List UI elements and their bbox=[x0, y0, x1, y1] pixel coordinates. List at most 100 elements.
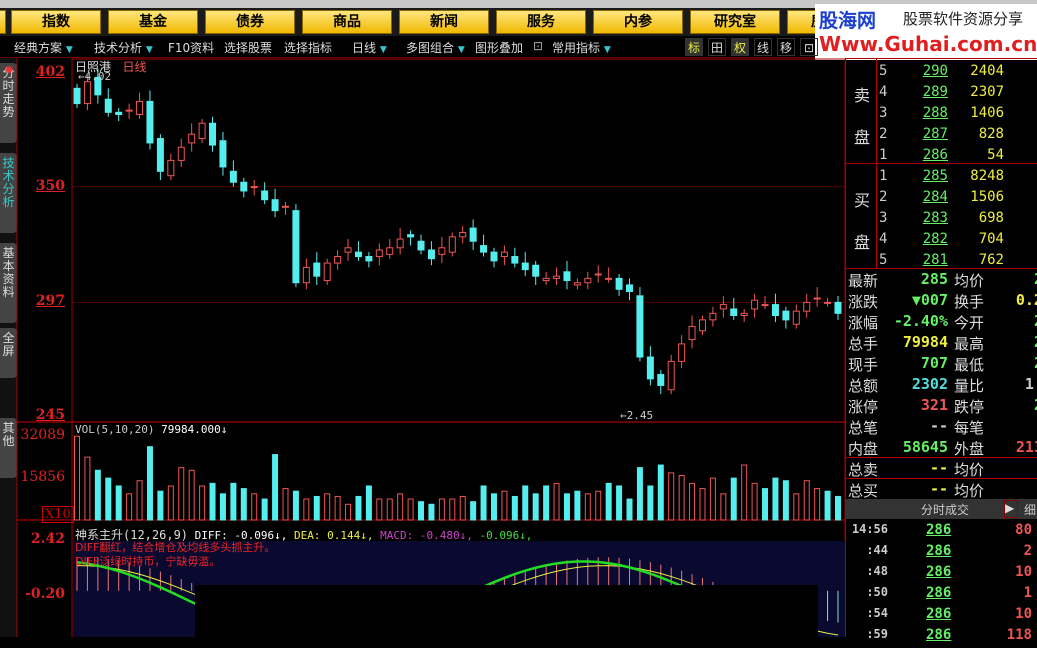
mini-button[interactable]: 标 bbox=[685, 38, 703, 56]
quote-row: 最新 285 均价 28 bbox=[846, 270, 1037, 291]
menu-item[interactable]: 多图组合 ▼ bbox=[406, 39, 465, 56]
candle-body bbox=[229, 170, 237, 183]
candle-body bbox=[657, 373, 665, 386]
volume-bar bbox=[365, 485, 372, 521]
order-row[interactable]: 1 286 54 bbox=[846, 147, 1037, 168]
order-row[interactable]: 1 285 8248 bbox=[846, 168, 1037, 189]
occlusion-block bbox=[195, 585, 818, 637]
order-row[interactable]: 4 289 2307 bbox=[846, 84, 1037, 105]
nav-button[interactable]: 新闻 bbox=[399, 10, 489, 34]
candle-body bbox=[240, 181, 248, 192]
nav-button[interactable]: 研究室 bbox=[690, 10, 780, 34]
volume-bar bbox=[178, 467, 185, 521]
quote-value: 2133 bbox=[1015, 438, 1037, 456]
volume-bar bbox=[522, 485, 529, 521]
menu-item[interactable]: 选择股票 bbox=[224, 39, 272, 56]
volume-bar bbox=[616, 485, 623, 521]
quote-key: 现手 bbox=[848, 356, 879, 374]
nav-button-partial[interactable] bbox=[0, 10, 6, 34]
volume-bar bbox=[741, 464, 748, 521]
tick-row: :44 286 2 bbox=[846, 543, 1037, 564]
price: 288 bbox=[922, 105, 948, 121]
tick-row: :59 286 118 bbox=[846, 627, 1037, 648]
menu-item[interactable]: 图形叠加 bbox=[475, 39, 523, 56]
nav-button[interactable]: 服务 bbox=[496, 10, 586, 34]
mini-button[interactable]: 线 bbox=[754, 38, 772, 56]
candle-body bbox=[427, 249, 435, 260]
candle-body bbox=[782, 310, 790, 321]
order-row[interactable]: 3 288 1406 bbox=[846, 105, 1037, 126]
volume-bar bbox=[605, 482, 612, 521]
menu-item-label: 多图组合 bbox=[406, 41, 455, 55]
candle-body bbox=[167, 159, 175, 177]
quote-value: - bbox=[992, 480, 1037, 498]
menu-item[interactable]: 常用指标 ▼ bbox=[552, 39, 611, 56]
volume: 1506 bbox=[970, 189, 1004, 205]
quote-value: 707 bbox=[920, 354, 948, 372]
candle-body bbox=[292, 210, 300, 284]
menu-item[interactable]: F10资料 bbox=[168, 39, 214, 56]
volume-bar bbox=[459, 495, 466, 521]
candle-body bbox=[386, 247, 394, 255]
expand-arrow-icon[interactable]: ▶ bbox=[1004, 500, 1018, 518]
quote-row: 总笔 -- 每笔- bbox=[846, 417, 1037, 438]
level: 2 bbox=[879, 189, 888, 205]
mini-button[interactable]: 移 bbox=[777, 38, 795, 56]
candle-body bbox=[667, 360, 675, 391]
menu-item-label: 技术分析 bbox=[94, 41, 143, 55]
order-row[interactable]: 4 282 704 bbox=[846, 231, 1037, 252]
quote-key: 总额 bbox=[848, 377, 879, 395]
candle-body bbox=[188, 133, 196, 144]
menu-item[interactable]: 经典方案 ▼ bbox=[14, 39, 73, 56]
nav-button[interactable]: 基金 bbox=[108, 10, 198, 34]
menu-item[interactable]: 技术分析 ▼ bbox=[94, 39, 153, 56]
volume-bar bbox=[511, 495, 518, 521]
detail-button[interactable]: 细 bbox=[1024, 501, 1036, 518]
candle-body bbox=[115, 111, 123, 116]
menu-item[interactable]: 日线 ▼ bbox=[352, 39, 387, 56]
mini-button[interactable]: 田 bbox=[708, 38, 726, 56]
tick-time: 14:56 bbox=[851, 522, 888, 536]
menu-item[interactable]: 选择指标 bbox=[284, 39, 332, 56]
tick-time: :44 bbox=[866, 543, 888, 557]
volume-bar bbox=[782, 480, 789, 521]
candle-body bbox=[698, 319, 706, 332]
menu-bar: 经典方案 ▼ 技术分析 ▼ F10资料 选择股票 选择指标 日线 ▼ 多图组合 ▼ 图形叠加 常… bbox=[0, 37, 818, 58]
quote-value: 321 bbox=[920, 396, 948, 414]
volume-bar bbox=[678, 474, 685, 521]
menu-item-label: 选择指标 bbox=[284, 41, 333, 55]
order-row[interactable]: 3 283 698 bbox=[846, 210, 1037, 231]
mini-button[interactable]: 权 bbox=[731, 38, 749, 56]
tick-row: 14:56 286 80 bbox=[846, 522, 1037, 543]
quote-key: 外盘 bbox=[954, 440, 985, 458]
candle-body bbox=[646, 356, 654, 380]
level: 1 bbox=[879, 168, 888, 184]
volume: 1406 bbox=[970, 105, 1004, 121]
candle-body bbox=[83, 81, 91, 105]
chart-area[interactable]: ✹ bbox=[0, 58, 845, 637]
price: 281 bbox=[922, 252, 948, 268]
menu-item-label: 图形叠加 bbox=[475, 41, 524, 55]
menu-item-label: 日线 bbox=[352, 41, 377, 55]
volume: 698 bbox=[978, 210, 1004, 226]
nav-button[interactable]: 指数 bbox=[11, 10, 101, 34]
order-row[interactable]: 2 287 828 bbox=[846, 126, 1037, 147]
volume-bar bbox=[292, 490, 299, 521]
tick-price: 286 bbox=[926, 543, 952, 559]
candle-body bbox=[438, 247, 446, 255]
volume-bar bbox=[449, 498, 456, 521]
price: 285 bbox=[922, 168, 948, 184]
quote-key: 涨停 bbox=[848, 398, 879, 416]
order-row[interactable]: 5 290 2404 bbox=[846, 63, 1037, 84]
candle-body bbox=[626, 284, 634, 292]
nav-button[interactable]: 商品 bbox=[302, 10, 392, 34]
volume-bar bbox=[313, 495, 320, 521]
volume-bar bbox=[730, 477, 737, 521]
volume-bar bbox=[251, 493, 258, 521]
candle-body bbox=[584, 277, 592, 284]
nav-button[interactable]: 债券 bbox=[205, 10, 295, 34]
mini-button[interactable]: ⊡ bbox=[800, 38, 818, 56]
order-row[interactable]: 2 284 1506 bbox=[846, 189, 1037, 210]
volume-bar bbox=[584, 493, 591, 521]
nav-button[interactable]: 内参 bbox=[593, 10, 683, 34]
